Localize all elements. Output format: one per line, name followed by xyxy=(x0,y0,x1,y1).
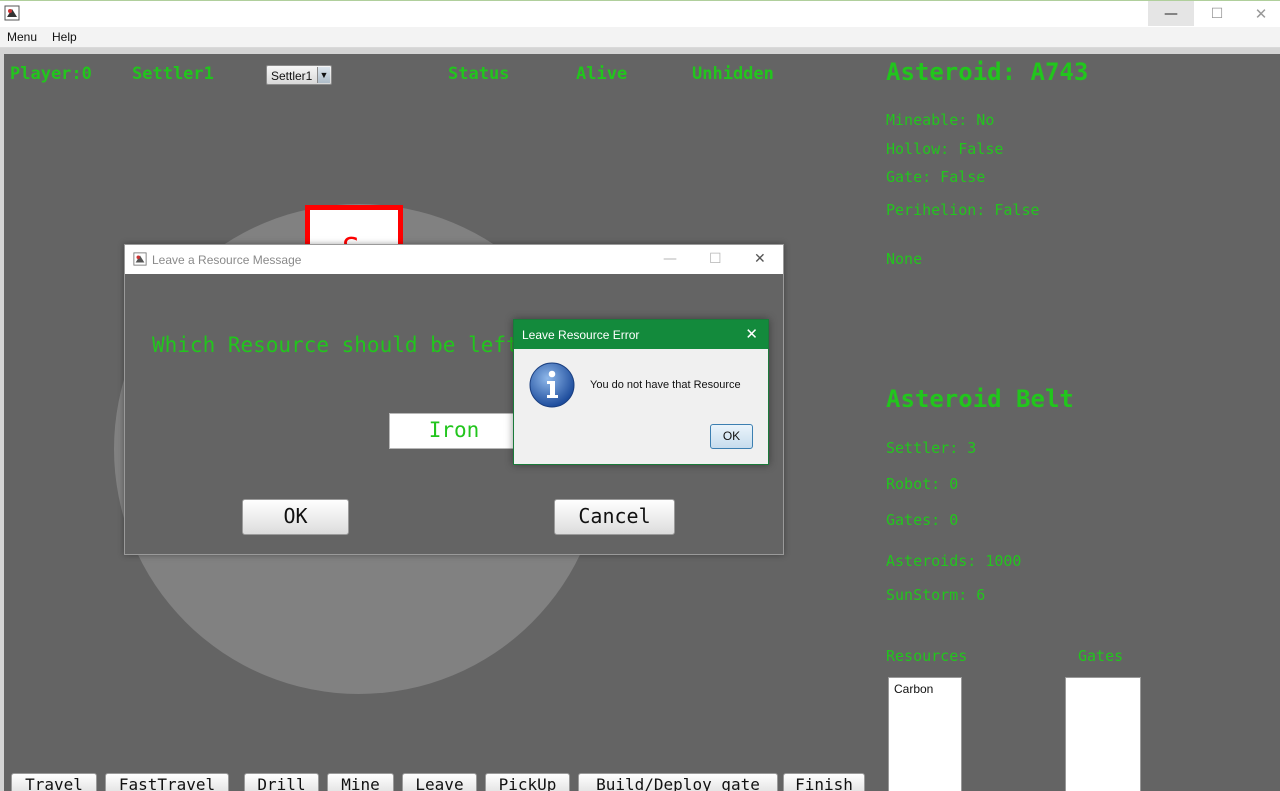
error-ok-button[interactable]: OK xyxy=(710,424,753,449)
settler-select[interactable]: Settler1 ▼ xyxy=(266,65,332,85)
window-titlebar: — ☐ ✕ xyxy=(0,0,1280,27)
leave-resource-error-dialog: Leave Resource Error ✕ You do not have t… xyxy=(513,319,769,465)
settler-label: Settler1 xyxy=(132,64,214,84)
belt-settler-count: Settler: 3 xyxy=(886,439,977,457)
status-label: Status xyxy=(448,64,510,84)
perihelion-label: Perihelion: False xyxy=(886,201,1040,219)
error-dialog-titlebar: Leave Resource Error ✕ xyxy=(514,320,768,349)
drill-button[interactable]: Drill xyxy=(244,773,319,791)
mine-button[interactable]: Mine xyxy=(327,773,394,791)
error-dialog-title: Leave Resource Error xyxy=(522,328,640,342)
mineable-label: Mineable: No xyxy=(886,111,995,129)
pickup-button[interactable]: PickUp xyxy=(485,773,570,791)
belt-sunstorm-count: SunStorm: 6 xyxy=(886,586,986,604)
menu-item-help[interactable]: Help xyxy=(52,30,77,44)
error-message: You do not have that Resource xyxy=(590,379,741,391)
travel-button[interactable]: Travel xyxy=(11,773,97,791)
finish-button[interactable]: Finish xyxy=(783,773,865,791)
menu-item-menu[interactable]: Menu xyxy=(7,30,37,44)
menu-bar: Menu Help xyxy=(0,27,1280,48)
close-button[interactable]: ✕ xyxy=(1238,1,1280,26)
ok-button[interactable]: OK xyxy=(242,499,349,535)
belt-title: Asteroid Belt xyxy=(886,385,1074,413)
hollow-label: Hollow: False xyxy=(886,140,1004,158)
belt-asteroids-count: Asteroids: 1000 xyxy=(886,552,1022,570)
leave-button[interactable]: Leave xyxy=(402,773,477,791)
belt-gates-count: Gates: 0 xyxy=(886,511,959,529)
alive-status: Alive xyxy=(576,64,628,84)
error-dialog-close-button[interactable]: ✕ xyxy=(745,325,758,343)
player-label: Player:0 xyxy=(10,64,92,84)
gates-header: Gates xyxy=(1078,647,1124,665)
chevron-down-icon[interactable]: ▼ xyxy=(317,67,330,83)
java-app-icon xyxy=(133,252,147,266)
resources-list[interactable]: Carbon xyxy=(888,677,962,791)
leave-dialog-title: Leave a Resource Message xyxy=(152,253,302,267)
leave-dialog-question: Which Resource should be left xyxy=(152,333,519,357)
belt-robot-count: Robot: 0 xyxy=(886,475,959,493)
info-icon xyxy=(529,362,575,408)
core-label: None xyxy=(886,250,923,268)
gate-label: Gate: False xyxy=(886,168,986,186)
leave-dialog-close-button[interactable]: ✕ xyxy=(754,251,766,267)
asteroid-title: Asteroid: A743 xyxy=(886,58,1089,86)
settler-select-value: Settler1 xyxy=(271,69,313,83)
maximize-button[interactable]: ☐ xyxy=(1194,1,1240,26)
minimize-button[interactable]: — xyxy=(1148,1,1194,26)
fast-travel-button[interactable]: FastTravel xyxy=(105,773,229,791)
gates-list[interactable] xyxy=(1065,677,1141,791)
java-app-icon xyxy=(4,5,20,21)
leave-dialog-maximize-button[interactable]: ☐ xyxy=(709,251,722,267)
leave-dialog-minimize-button[interactable]: — xyxy=(663,251,677,267)
leave-dialog-titlebar: Leave a Resource Message — ☐ ✕ xyxy=(125,245,783,274)
build-deploy-gate-button[interactable]: Build/Deploy gate xyxy=(578,773,778,791)
resource-input[interactable]: Iron xyxy=(389,413,519,449)
hidden-status: Unhidden xyxy=(692,64,774,84)
cancel-button[interactable]: Cancel xyxy=(554,499,675,535)
list-item[interactable]: Carbon xyxy=(894,682,933,696)
resources-header: Resources xyxy=(886,647,968,665)
